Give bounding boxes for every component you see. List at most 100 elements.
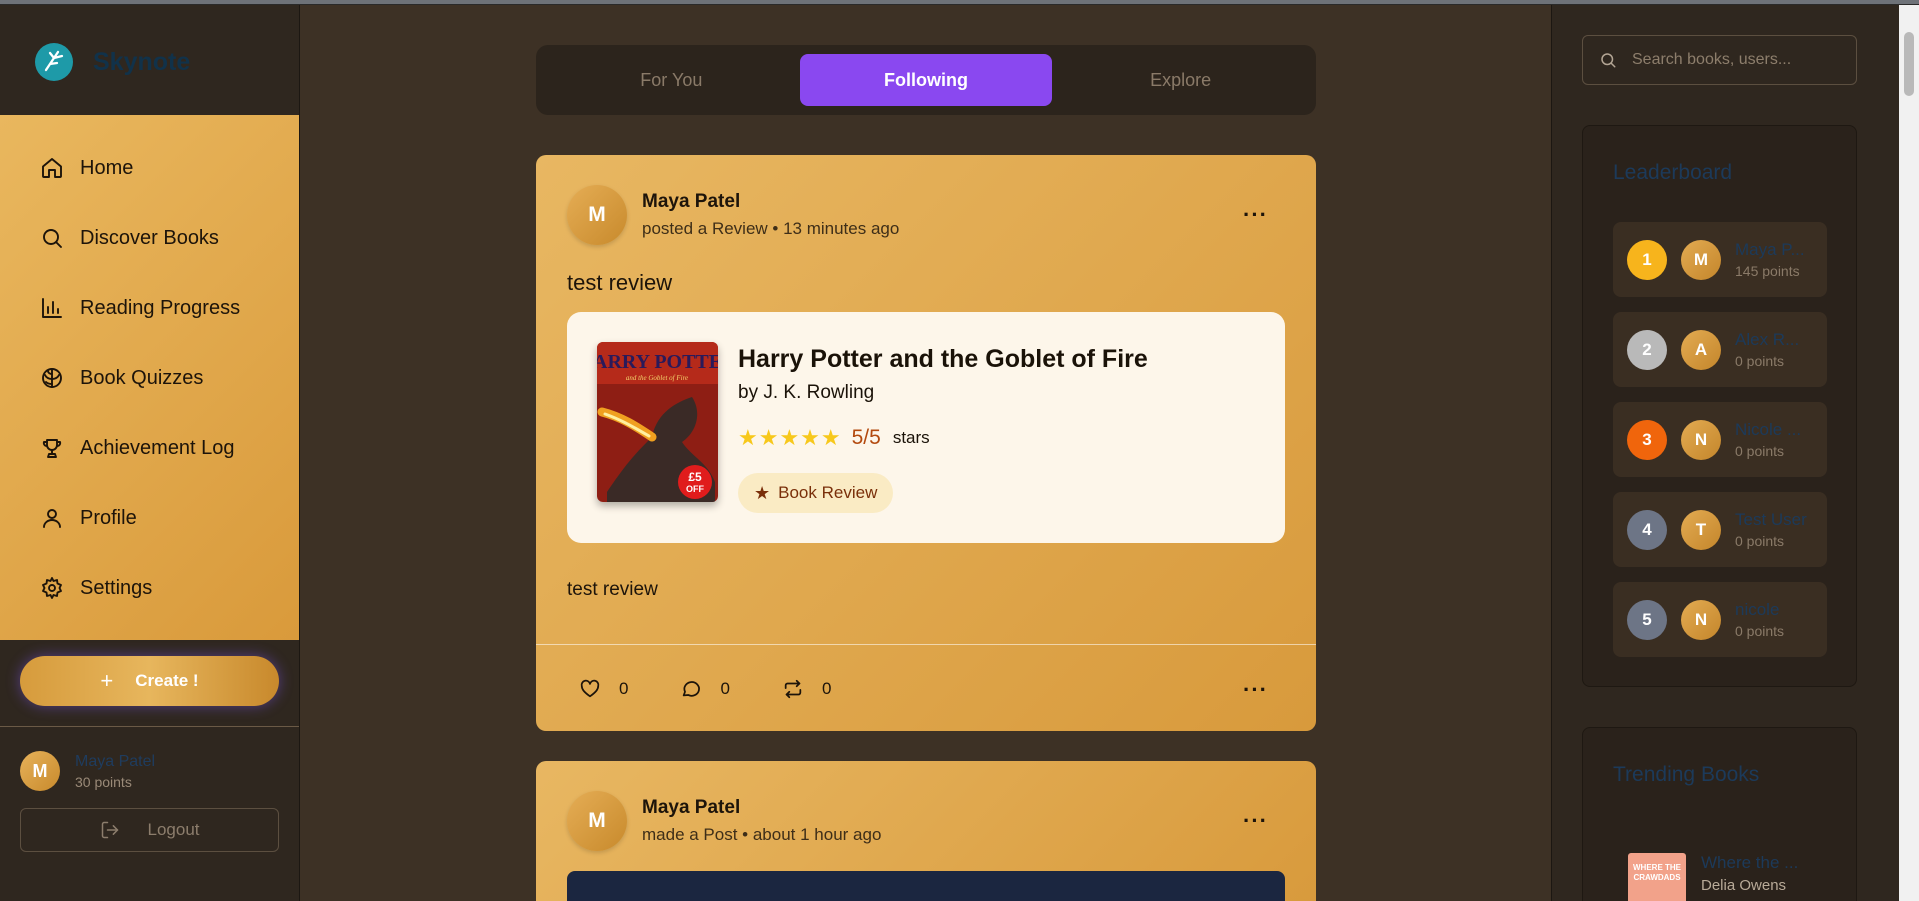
avatar: N — [1681, 599, 1721, 640]
leaderboard-row[interactable]: 3 N Nicole ... 0 points — [1613, 402, 1827, 477]
leaderboard-row[interactable]: 2 A Alex R... 0 points — [1613, 312, 1827, 387]
rank-badge: 3 — [1627, 419, 1667, 460]
nav-item-achievement-log[interactable]: Achievement Log — [0, 413, 299, 483]
star-rating-icon: ★★★★★ — [738, 425, 842, 450]
avatar: T — [1681, 509, 1721, 550]
skynote-logo-icon — [35, 43, 73, 81]
post-author[interactable]: Maya Patel — [642, 191, 899, 213]
post-author[interactable]: Maya Patel — [642, 797, 881, 819]
page-scrollbar[interactable] — [1899, 5, 1919, 901]
brain-icon — [40, 366, 64, 390]
leaderboard-name: Nicole ... — [1735, 420, 1802, 439]
search-input[interactable] — [1632, 51, 1852, 69]
post-header: M Maya Patel made a Post • about 1 hour … — [567, 791, 881, 851]
brand-name: Skynote — [93, 47, 191, 76]
trending-title: Trending Books — [1613, 763, 1760, 786]
rank-badge: 1 — [1627, 239, 1667, 280]
search-bar[interactable] — [1582, 35, 1857, 85]
star-icon: ★ — [754, 482, 771, 503]
trending-book-title: Where the ... — [1701, 853, 1799, 872]
leaderboard-row[interactable]: 4 T Test User 0 points — [1613, 492, 1827, 567]
leaderboard-name: nicole — [1735, 600, 1780, 619]
nav-label-settings: Settings — [80, 576, 153, 599]
leaderboard-row[interactable]: 1 M Maya P... 145 points — [1613, 222, 1827, 297]
avatar: N — [1681, 419, 1721, 460]
post-body: test review — [567, 579, 658, 600]
home-icon — [40, 156, 64, 180]
leaderboard-points: 0 points — [1735, 623, 1785, 639]
leaderboard-points: 0 points — [1735, 353, 1785, 369]
bar-chart-icon — [40, 296, 64, 320]
comment-icon — [683, 681, 701, 697]
logout-button[interactable]: Logout — [20, 808, 279, 852]
leaderboard-points: 145 points — [1735, 263, 1800, 279]
nav-item-settings[interactable]: Settings — [0, 553, 299, 623]
comment-button[interactable]: 0 — [680, 678, 730, 700]
nav-item-discover-books[interactable]: Discover Books — [0, 203, 299, 273]
trending-book[interactable]: WHERE THE CRAWDADS Where the ... Delia O… — [1628, 853, 1798, 901]
avatar[interactable]: M — [567, 791, 627, 851]
nav-label-reading-progress: Reading Progress — [80, 296, 241, 319]
rank-badge: 2 — [1627, 329, 1667, 370]
search-icon — [1601, 53, 1616, 68]
avatar[interactable]: M — [567, 185, 627, 245]
repost-icon — [784, 679, 802, 699]
rank-badge: 5 — [1627, 599, 1667, 640]
search-icon — [40, 226, 64, 250]
leaderboard-name: Maya P... — [1735, 240, 1805, 259]
nav-item-reading-progress[interactable]: Reading Progress — [0, 273, 299, 343]
leaderboard-points: 0 points — [1735, 533, 1785, 549]
nav-label-discover-books: Discover Books — [80, 226, 219, 249]
like-button[interactable]: 0 — [579, 678, 628, 700]
book-author: by J. K. Rowling — [738, 382, 875, 403]
repost-count: 0 — [821, 679, 832, 698]
nav-label-home: Home — [80, 156, 134, 179]
avatar: M — [20, 751, 60, 791]
trending-book-author: Delia Owens — [1701, 877, 1787, 894]
avatar: M — [1681, 239, 1721, 280]
trending-books-panel: Trending Books WHERE THE CRAWDADS Where … — [1582, 727, 1857, 901]
leaderboard-row[interactable]: 5 N nicole 0 points — [1613, 582, 1827, 657]
book-title[interactable]: Harry Potter and the Goblet of Fire — [738, 345, 1148, 374]
rating-label: stars — [892, 428, 930, 447]
more-actions-icon[interactable]: ··· — [1243, 677, 1268, 703]
more-options-icon[interactable]: ··· — [1243, 202, 1268, 228]
svg-text:OFF: OFF — [686, 484, 704, 494]
nav-item-home[interactable]: Home — [0, 133, 299, 203]
repost-button[interactable]: 0 — [782, 678, 831, 700]
book-card[interactable]: HARRY POTTER and the Goblet of Fire £5 O… — [567, 312, 1285, 543]
scrollbar-thumb[interactable] — [1904, 32, 1914, 96]
avatar: A — [1681, 329, 1721, 370]
create-button[interactable]: + Create ! — [20, 656, 279, 706]
tab-for-you[interactable]: For You — [545, 54, 798, 106]
svg-text:HARRY POTTER: HARRY POTTER — [597, 351, 718, 373]
current-user-name: Maya Patel — [75, 752, 156, 770]
leaderboard-title: Leaderboard — [1613, 161, 1733, 184]
leaderboard-panel: Leaderboard 1 M Maya P... 145 points 2 A… — [1582, 125, 1857, 687]
logout-label: Logout — [147, 820, 200, 839]
more-options-icon[interactable]: ··· — [1243, 808, 1268, 834]
like-count: 0 — [619, 679, 629, 698]
post-subtitle: posted a Review • 13 minutes ago — [642, 219, 900, 238]
svg-text:and the Goblet of Fire: and the Goblet of Fire — [626, 374, 688, 382]
badge-label: Book Review — [778, 483, 878, 502]
leaderboard-name: Alex R... — [1735, 330, 1800, 349]
post-title: test review — [567, 270, 673, 295]
tab-following[interactable]: Following — [799, 54, 1053, 106]
nav-label-book-quizzes: Book Quizzes — [80, 366, 204, 389]
book-cover-image: WHERE THE CRAWDADS — [1628, 853, 1686, 901]
leaderboard-points: 0 points — [1735, 443, 1785, 459]
brand[interactable]: Skynote — [35, 41, 190, 83]
feed-post: M Maya Patel made a Post • about 1 hour … — [536, 761, 1316, 901]
nav-item-book-quizzes[interactable]: Book Quizzes — [0, 343, 299, 413]
user-icon — [40, 506, 64, 530]
post-image[interactable] — [567, 871, 1285, 901]
nav-item-profile[interactable]: Profile — [0, 483, 299, 553]
main-nav: Home Discover Books Reading Progress Boo… — [0, 115, 299, 640]
left-sidebar: Skynote Home Discover Books Reading Prog… — [0, 5, 300, 901]
leaderboard-name: Test User — [1735, 510, 1807, 529]
current-user-points: 30 points — [75, 773, 132, 790]
current-user[interactable]: M Maya Patel 30 points — [20, 751, 155, 791]
tab-explore[interactable]: Explore — [1054, 54, 1307, 106]
svg-text:£5: £5 — [688, 470, 702, 484]
